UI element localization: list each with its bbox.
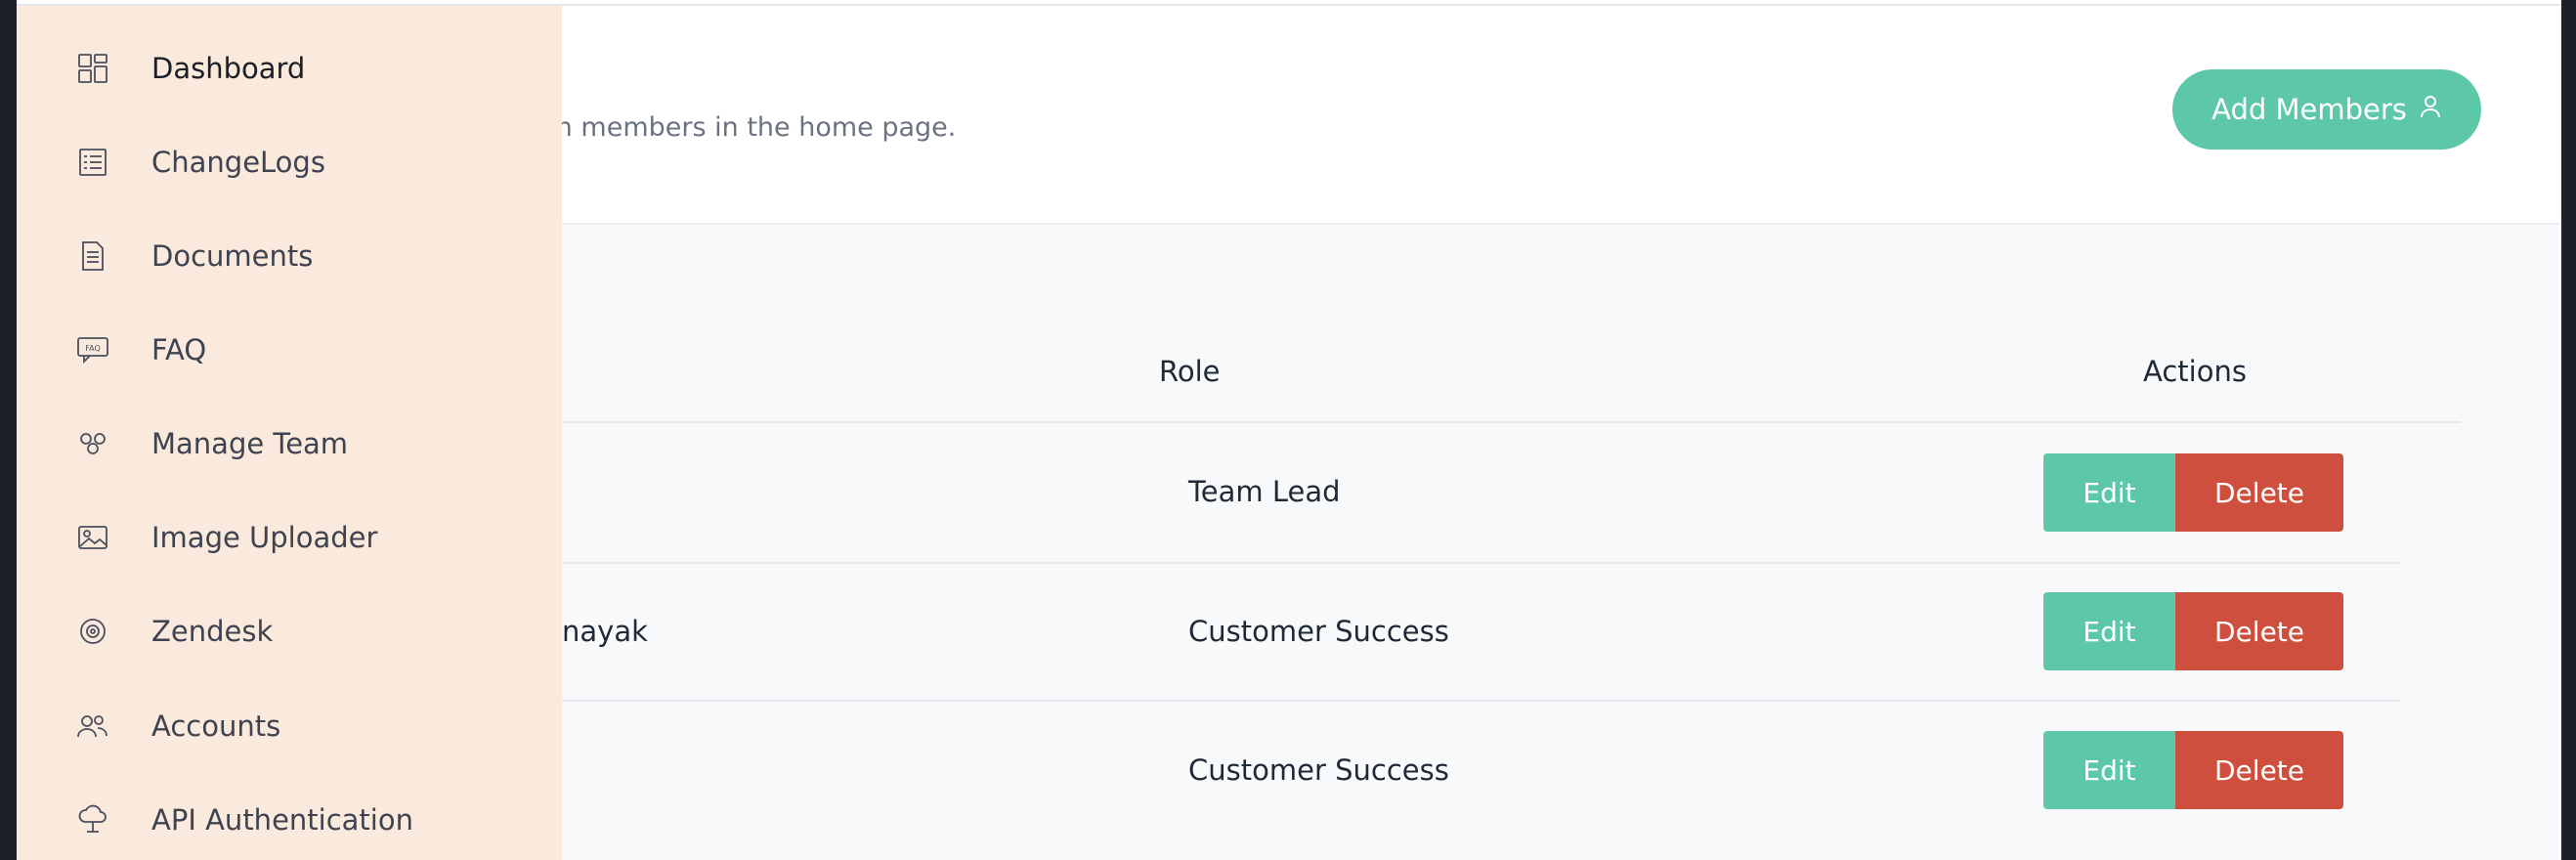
sidebar-item-label: Image Uploader [151, 521, 378, 554]
sidebar-item-label: Accounts [151, 710, 281, 743]
column-header-actions: Actions [2143, 355, 2247, 388]
sidebar-item-label: API Authentication [151, 803, 413, 837]
table-row-role: Team Lead [1188, 475, 1341, 508]
page-subtitle: am members in the home page. [531, 112, 957, 143]
svg-text:FAQ: FAQ [85, 344, 101, 353]
sidebar: Dashboard ChangeLogs Documents FAQ FAQ M… [17, 6, 562, 860]
sidebar-item-label: Dashboard [151, 52, 306, 85]
table-row-actions: Edit Delete [2043, 453, 2343, 532]
sidebar-item-label: ChangeLogs [151, 146, 325, 179]
delete-button[interactable]: Delete [2175, 453, 2343, 532]
header-divider [562, 421, 2461, 423]
sidebar-item-documents[interactable]: Documents [17, 222, 562, 290]
team-icon [75, 426, 110, 461]
sidebar-item-image-uploader[interactable]: Image Uploader [17, 503, 562, 572]
delete-button[interactable]: Delete [2175, 592, 2343, 670]
cloud-key-icon [75, 802, 110, 838]
sidebar-item-faq[interactable]: FAQ FAQ [17, 316, 562, 384]
row-divider [562, 700, 2401, 702]
sidebar-item-accounts[interactable]: Accounts [17, 692, 562, 760]
table-row-role: Customer Success [1188, 615, 1449, 648]
sidebar-item-label: Documents [151, 239, 314, 273]
sidebar-item-dashboard[interactable]: Dashboard [17, 34, 562, 103]
users-icon [75, 709, 110, 744]
table-row-actions: Edit Delete [2043, 592, 2343, 670]
window-right-edge [2561, 0, 2576, 860]
column-header-role: Role [1159, 355, 1221, 388]
zendesk-icon [75, 614, 110, 649]
user-icon [2419, 93, 2442, 126]
sidebar-item-label: Zendesk [151, 615, 274, 648]
sidebar-item-api-authentication[interactable]: API Authentication [17, 786, 562, 854]
list-icon [75, 145, 110, 180]
add-members-button[interactable]: Add Members [2172, 69, 2481, 150]
document-icon [75, 238, 110, 274]
edit-button[interactable]: Edit [2043, 731, 2175, 809]
table-row-role: Customer Success [1188, 753, 1449, 787]
window-left-edge [0, 0, 17, 860]
edit-button[interactable]: Edit [2043, 453, 2175, 532]
table-row-actions: Edit Delete [2043, 731, 2343, 809]
image-icon [75, 520, 110, 555]
table-row-name: nayak [562, 615, 648, 648]
faq-icon: FAQ [75, 332, 110, 367]
add-members-label: Add Members [2211, 93, 2407, 126]
top-stub [17, 0, 173, 4]
edit-button[interactable]: Edit [2043, 592, 2175, 670]
sidebar-item-changelogs[interactable]: ChangeLogs [17, 128, 562, 196]
sidebar-item-label: FAQ [151, 333, 207, 366]
sidebar-item-zendesk[interactable]: Zendesk [17, 597, 562, 666]
row-divider [562, 562, 2401, 564]
delete-button[interactable]: Delete [2175, 731, 2343, 809]
dashboard-icon [75, 51, 110, 86]
sidebar-item-manage-team[interactable]: Manage Team [17, 409, 562, 478]
sidebar-item-label: Manage Team [151, 427, 349, 460]
